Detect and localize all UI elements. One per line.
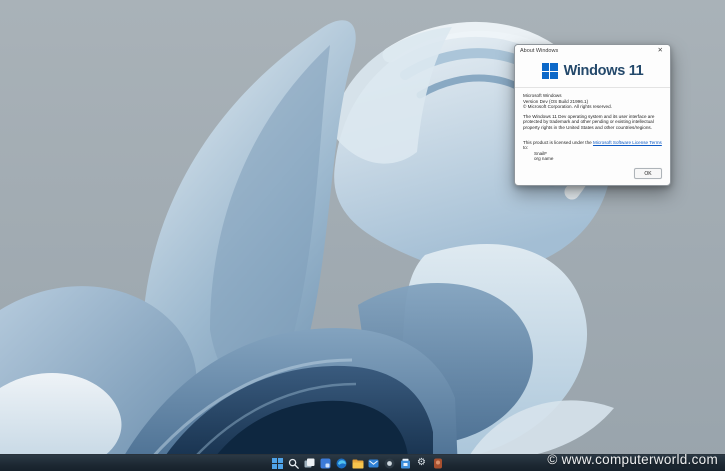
mail-icon[interactable] [367, 457, 380, 470]
desktop: © www.computerworld.com [0, 0, 725, 471]
start-icon[interactable] [271, 457, 284, 470]
store-icon[interactable] [399, 457, 412, 470]
file-explorer-icon[interactable] [351, 457, 364, 470]
user-app-icon[interactable] [431, 457, 444, 470]
license-line: This product is licensed under the Micro… [523, 140, 662, 151]
about-windows-dialog: About Windows ✕ Windows 11 Microsoft Win… [514, 44, 671, 186]
app-dark-icon[interactable] [383, 457, 396, 470]
dialog-titlebar[interactable]: About Windows ✕ [515, 45, 670, 56]
legal-paragraph: The Windows 11 Dev operating system and … [523, 114, 662, 131]
close-icon[interactable]: ✕ [656, 48, 665, 54]
license-suffix: to: [523, 145, 528, 150]
windows-11-logo: Windows 11 [515, 56, 670, 88]
settings-icon[interactable]: ⚙ [415, 457, 428, 470]
task-view-icon[interactable] [303, 457, 316, 470]
edge-icon[interactable] [335, 457, 348, 470]
windows-11-wordmark: Windows 11 [564, 63, 644, 79]
windows-logo-icon [542, 63, 558, 79]
license-prefix: This product is licensed under the [523, 140, 593, 145]
taskbar-icons: ⚙ [271, 457, 444, 470]
widgets-icon[interactable] [319, 457, 332, 470]
ok-button[interactable]: OK [634, 168, 662, 179]
dialog-body: Microsoft Windows Version Dev (OS Build … [515, 88, 670, 162]
dialog-title: About Windows [520, 48, 558, 54]
search-icon[interactable] [287, 457, 300, 470]
watermark: © www.computerworld.com [547, 452, 718, 467]
license-terms-link[interactable]: Microsoft Software License Terms [593, 140, 662, 145]
registered-organization: org name [523, 156, 662, 162]
